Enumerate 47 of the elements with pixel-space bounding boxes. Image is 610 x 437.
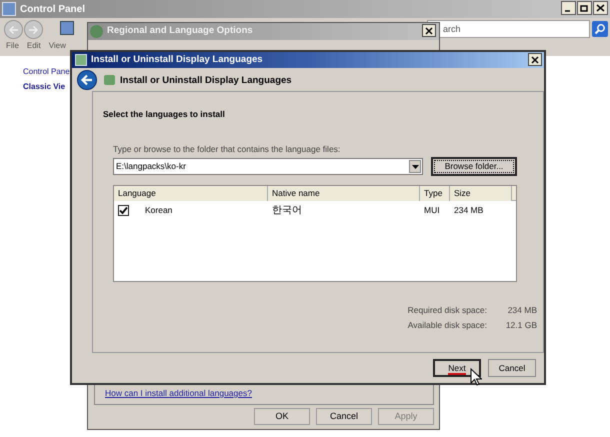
dialog-title: Regional and Language Options [107,24,253,38]
column-header[interactable]: Language [114,186,268,201]
sidebar-heading: Classic Vie [23,82,66,92]
disk-space-label: Available disk space: [408,318,487,332]
table-cell-text: 한국어 [272,204,302,218]
instruction-text: Select the languages to install [103,108,225,121]
table-cell: Korean [145,204,172,216]
window-icon [2,2,16,16]
disk-space-value: 234 MB [506,304,537,317]
browse-button[interactable]: Browse folder... [431,157,517,176]
dialog-title: Install or Uninstall Display Languages [91,52,263,67]
menu-item[interactable]: File [6,41,19,51]
minimize-button[interactable] [561,1,576,15]
dialog-button[interactable]: Cancel [316,408,372,425]
search-icon[interactable] [592,21,608,37]
search-field[interactable]: arch [427,20,590,38]
maximize-button[interactable] [577,1,592,15]
close-icon [596,4,605,12]
dialog-button[interactable]: OK [254,408,310,425]
sidebar-link[interactable]: Control Pane [23,67,70,77]
arrow-right-icon [28,24,39,34]
field-label: Type or browse to the folder that contains the language files: [113,143,340,156]
arrow-left-icon [80,74,94,86]
table-cell: 234 MB [454,204,484,216]
menu-item[interactable]: View [48,41,66,51]
close-icon [425,26,433,34]
dialog-button[interactable]: Cancel [488,359,536,377]
disk-space-value: 12.1 GB [504,318,537,332]
arrow-left-icon [8,24,19,34]
table-cell: MUI [424,204,440,216]
disk-space-label: Required disk space: [408,304,487,317]
mouse-cursor-icon [470,368,482,386]
help-link[interactable]: How can I install additional languages? [105,388,252,398]
close-icon [531,56,539,64]
close-button[interactable] [422,24,436,37]
column-header[interactable]: Size [450,186,512,201]
back-button[interactable] [77,70,97,90]
column-header[interactable]: Native name [268,186,420,201]
window-title: Control Panel [20,2,86,16]
close-button[interactable] [528,53,542,66]
folder-combo-box[interactable]: E:\langpacks\ko-kr [113,158,423,175]
checkbox[interactable] [118,204,129,216]
menu-item[interactable]: Edit [26,41,41,51]
dialog-header: Install or Uninstall Display Languages [120,74,292,88]
close-button[interactable] [593,1,608,15]
column-header[interactable]: Type [420,186,450,201]
maximize-icon [580,4,589,12]
